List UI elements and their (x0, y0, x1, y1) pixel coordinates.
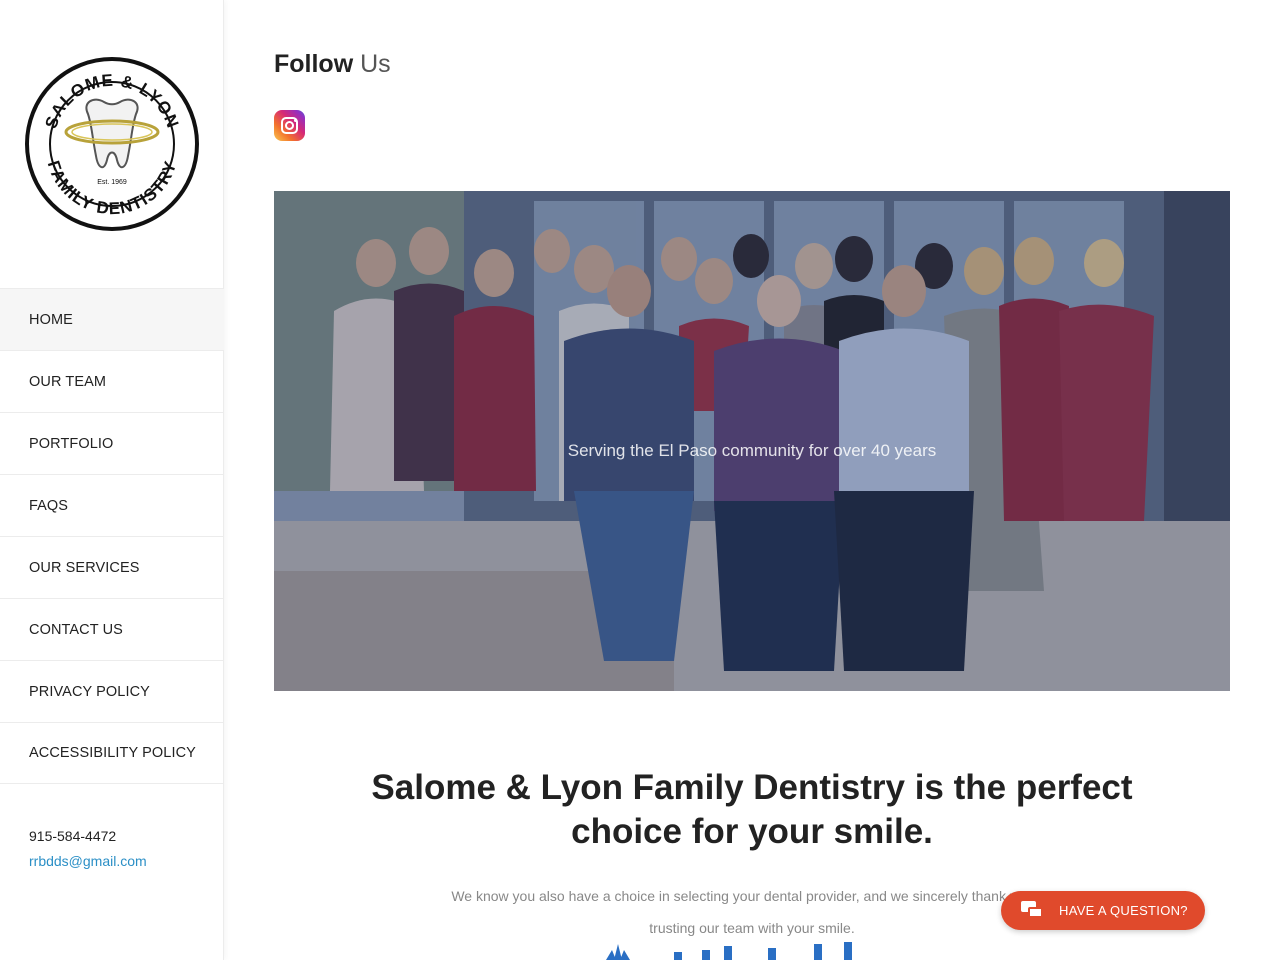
sidebar: SALOME & LYON FAMILY DENTISTRY Est. 1969… (0, 0, 224, 960)
nav-item-our-services[interactable]: OUR SERVICES (0, 536, 224, 598)
nav-item-accessibility-policy[interactable]: ACCESSIBILITY POLICY (0, 722, 224, 784)
chat-button-label: HAVE A QUESTION? (1059, 903, 1188, 918)
nav-item-faqs[interactable]: FAQS (0, 474, 224, 536)
follow-heading: Follow Us (274, 50, 391, 79)
nav-item-label: OUR TEAM (29, 373, 107, 390)
nav-item-label: FAQS (29, 497, 69, 514)
page-headline: Salome & Lyon Family Dentistry is the pe… (371, 768, 1133, 851)
phone-number[interactable]: 915-584-4472 (29, 824, 147, 849)
nav-item-label: PORTFOLIO (29, 435, 114, 452)
instagram-icon[interactable] (274, 110, 305, 141)
follow-heading-light: Us (360, 50, 391, 78)
nav-item-portfolio[interactable]: PORTFOLIO (0, 412, 224, 474)
nav-item-our-team[interactable]: OUR TEAM (0, 350, 224, 412)
follow-heading-bold: Follow (274, 50, 354, 78)
nav-item-label: HOME (29, 311, 73, 328)
nav-item-contact-us[interactable]: CONTACT US (0, 598, 224, 660)
site-logo[interactable]: SALOME & LYON FAMILY DENTISTRY Est. 1969 (24, 56, 200, 232)
nav-item-label: ACCESSIBILITY POLICY (29, 745, 196, 761)
hero-caption: Serving the El Paso community for over 4… (567, 441, 937, 460)
hero-image: Serving the El Paso community for over 4… (274, 191, 1230, 691)
logo-est-text: Est. 1969 (97, 179, 127, 186)
have-a-question-button[interactable]: HAVE A QUESTION? (1001, 891, 1205, 930)
main-content: Follow Us Serving the El Paso community … (274, 0, 1230, 960)
nav-item-label: OUR SERVICES (29, 559, 140, 576)
main-nav: HOME OUR TEAM PORTFOLIO FAQS OUR SERVICE… (0, 288, 224, 784)
logo-graphic: SALOME & LYON FAMILY DENTISTRY Est. 1969 (25, 57, 199, 231)
nav-item-privacy-policy[interactable]: PRIVACY POLICY (0, 660, 224, 722)
nav-item-label: PRIVACY POLICY (29, 683, 150, 700)
intro-text: We know you also have a choice in select… (451, 888, 1053, 936)
nav-item-home[interactable]: HOME (0, 288, 224, 350)
contact-info: 915-584-4472 rrbdds@gmail.com (29, 824, 147, 874)
partner-logo-partial (606, 942, 852, 960)
chat-bubbles-icon (1021, 900, 1045, 921)
nav-item-label: CONTACT US (29, 621, 123, 638)
email-link[interactable]: rrbdds@gmail.com (29, 849, 147, 874)
